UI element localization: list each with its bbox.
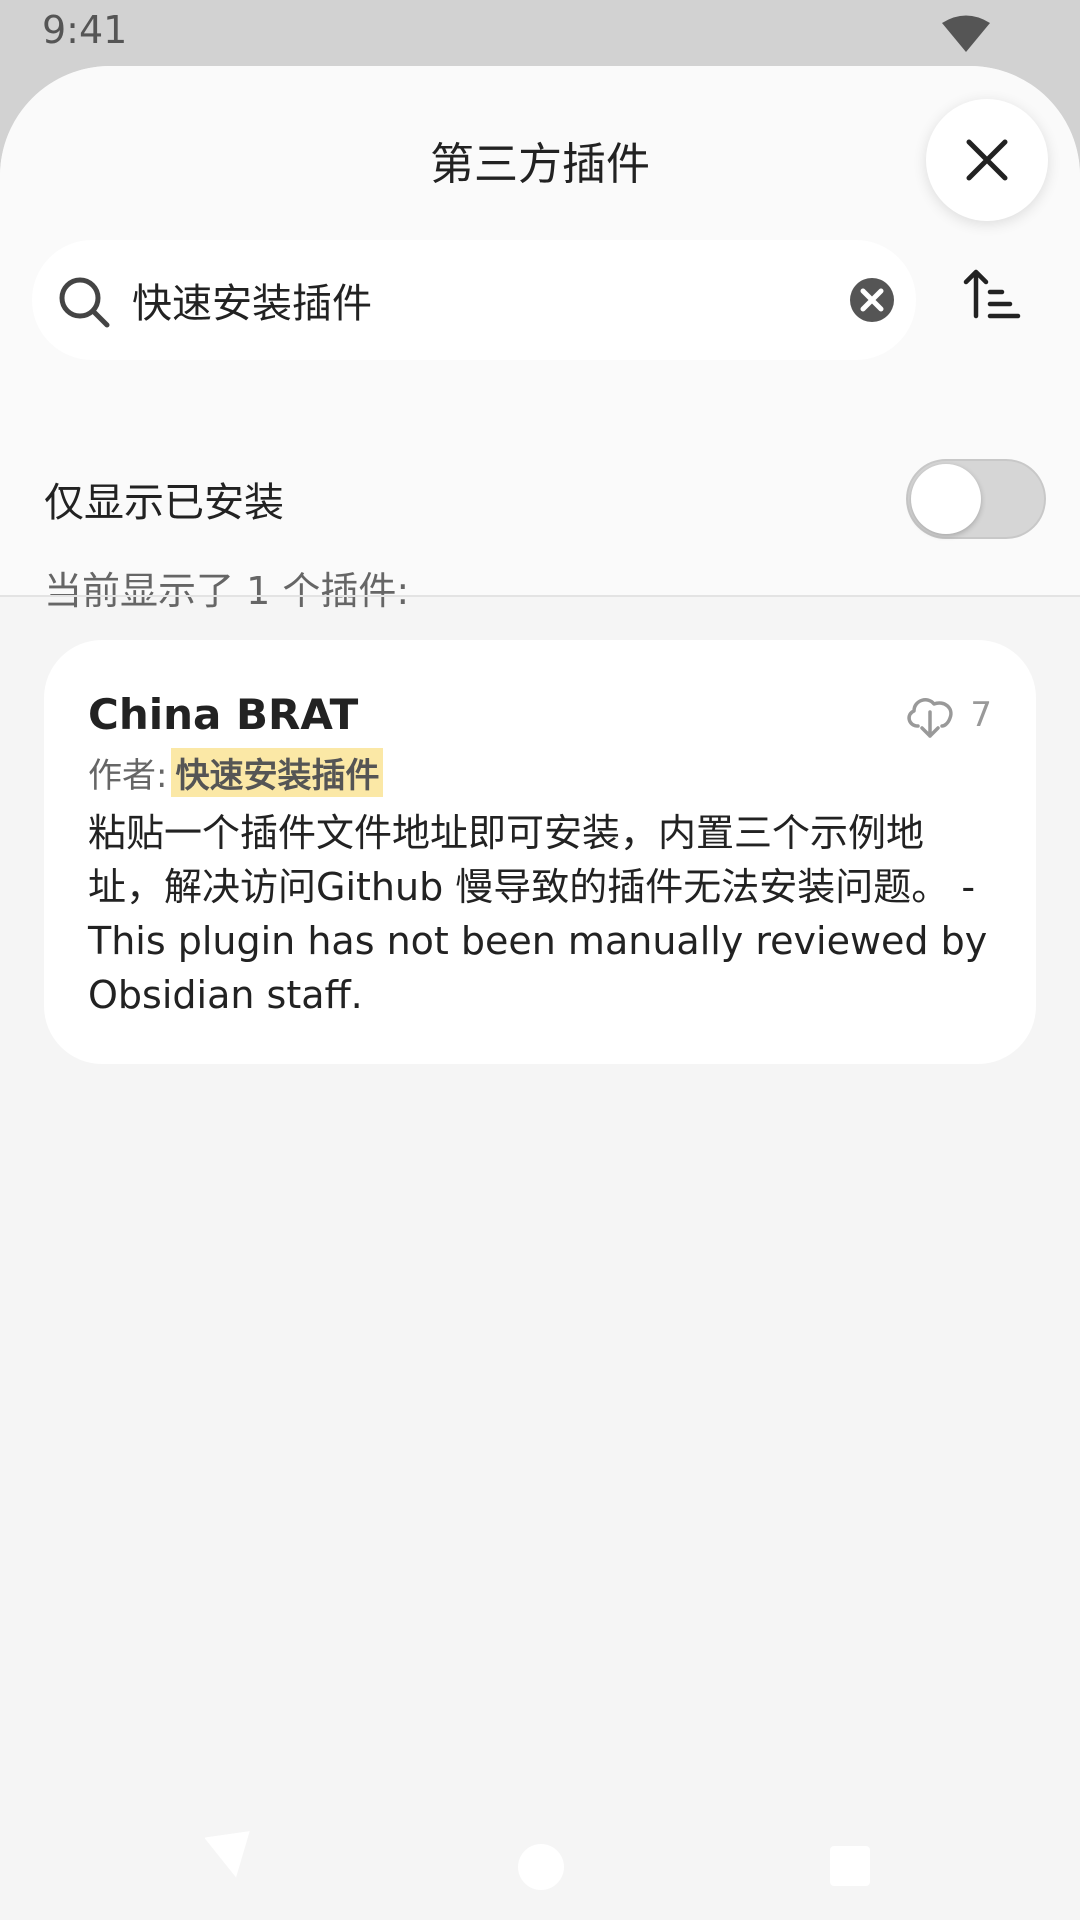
search-input[interactable] [132, 264, 852, 336]
plugin-card[interactable]: China BRAT 7 作者: 快速安装插件 粘贴一个插件文件地址即可安装，内… [44, 640, 1036, 1064]
back-icon[interactable] [205, 1830, 257, 1882]
cloud-download-icon [907, 698, 953, 738]
toggle-knob [911, 464, 981, 534]
close-icon [966, 139, 1008, 181]
search-box[interactable] [32, 240, 916, 360]
author-row: 作者: 快速安装插件 [88, 748, 384, 797]
divider [0, 595, 1080, 597]
download-count: 7 [904, 692, 992, 738]
download-count-value: 7 [970, 695, 992, 735]
search-icon [59, 277, 110, 328]
status-time: 9:41 [42, 8, 128, 52]
sort-ascending-icon[interactable] [960, 262, 1024, 326]
installed-only-toggle[interactable] [906, 459, 1046, 539]
plugin-browser-sheet: 第三方插件 仅显示已安装 当前显示了 1 个插件: [0, 66, 1080, 1920]
page-title: 第三方插件 [430, 139, 650, 190]
recent-apps-icon[interactable] [830, 1846, 870, 1886]
author-label: 作者: [88, 756, 168, 796]
home-icon[interactable] [518, 1844, 564, 1890]
close-button[interactable] [926, 99, 1048, 221]
plugin-description: 粘贴一个插件文件地址即可安装，内置三个示例地址，解决访问Github 慢导致的插… [88, 811, 988, 1017]
status-bar: 9:41 [0, 0, 1080, 64]
result-count: 当前显示了 1 个插件: [44, 569, 410, 613]
installed-only-label: 仅显示已安装 [44, 480, 284, 526]
author-name-highlight: 快速安装插件 [171, 748, 384, 797]
plugin-name: China BRAT [88, 690, 359, 739]
wifi-icon [942, 15, 990, 52]
system-nav-bar [0, 1810, 1080, 1920]
sheet-header: 第三方插件 仅显示已安装 当前显示了 1 个插件: [0, 66, 1080, 613]
clear-search-icon[interactable] [848, 276, 896, 324]
